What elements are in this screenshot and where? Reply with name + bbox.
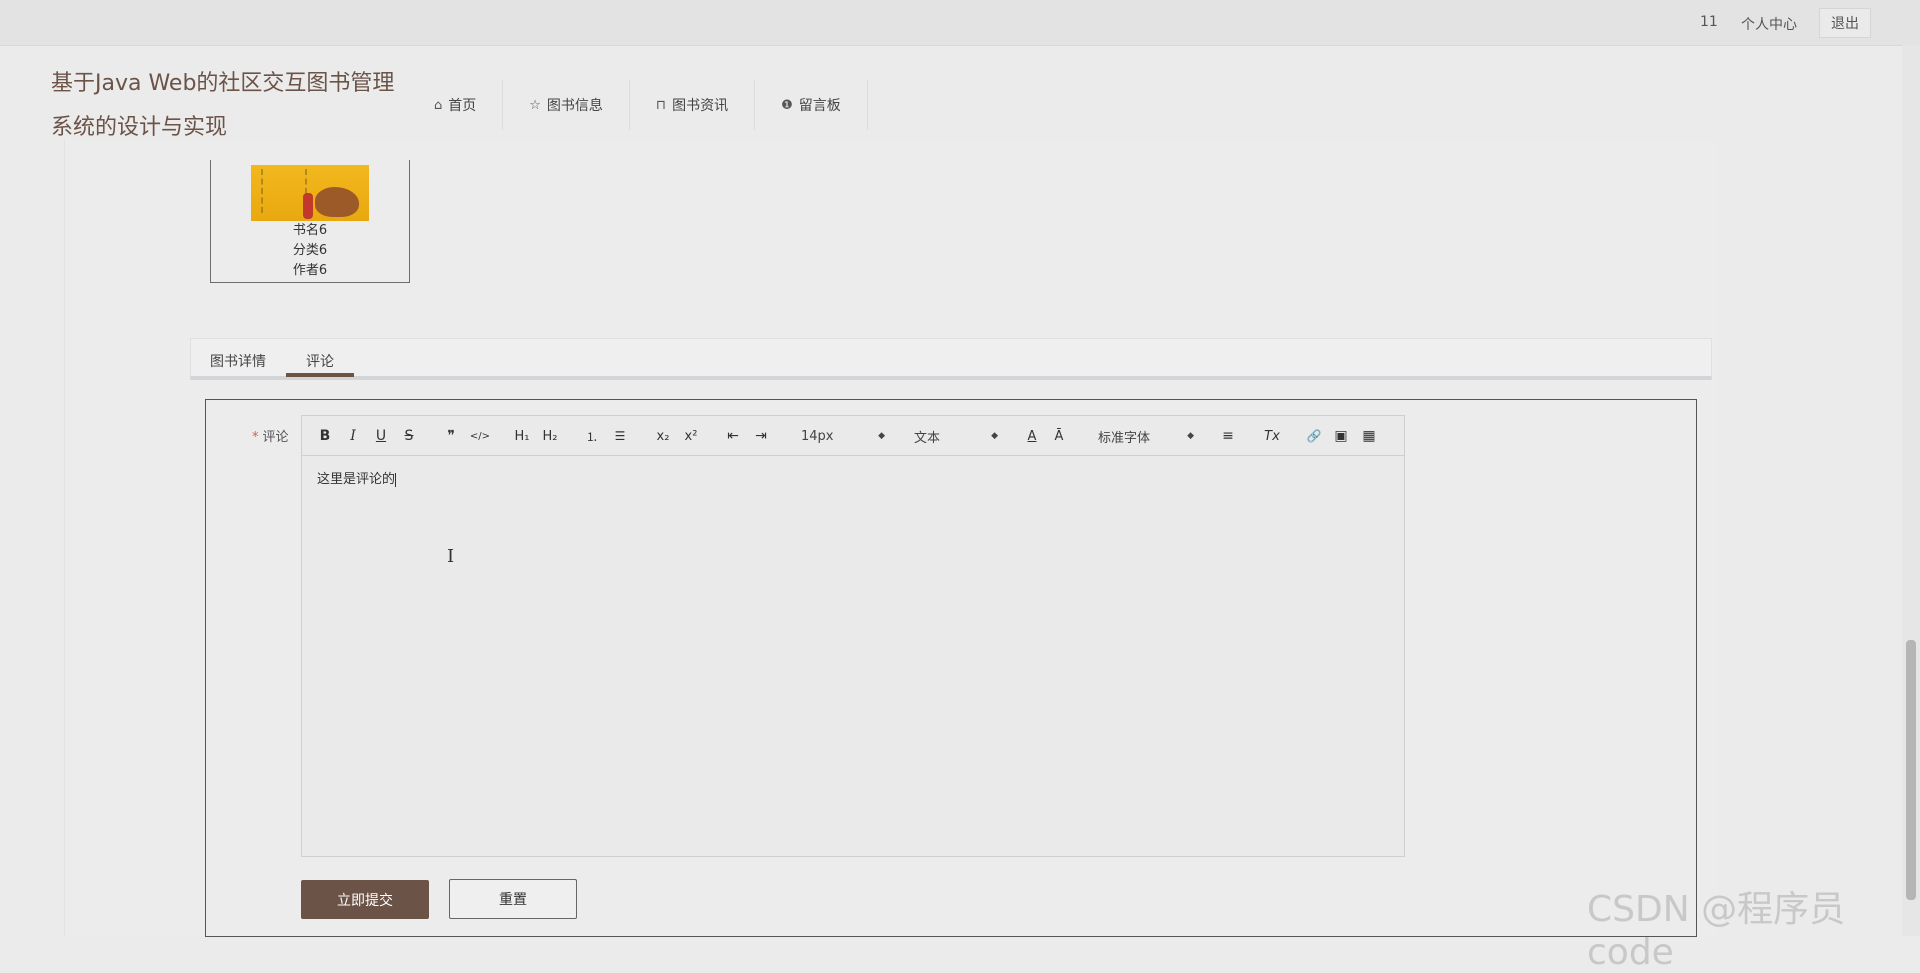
book-name: 书名6	[292, 223, 328, 238]
tabs-bar: 图书详情 评论	[190, 338, 1712, 380]
star-icon: ☆	[529, 97, 541, 113]
cover-figure	[303, 193, 313, 219]
comment-text: 这里是评论的	[317, 472, 396, 487]
comment-label-text: 评论	[262, 430, 289, 445]
select-caret-icon: ◆	[991, 431, 998, 441]
active-tab-indicator	[286, 373, 354, 377]
watermark: CSDN @程序员code	[1587, 889, 1846, 973]
nav-item-label: 图书资讯	[672, 98, 729, 114]
cover-decoration	[261, 169, 307, 213]
indent-button[interactable]: ⇥	[752, 426, 770, 446]
underline-button[interactable]: U	[373, 426, 389, 446]
bullet-list-button[interactable]: ☰	[611, 426, 629, 446]
code-block-button[interactable]: </>	[469, 426, 491, 446]
select-caret-icon: ◆	[878, 431, 885, 441]
tab-comments[interactable]: 评论	[306, 351, 334, 371]
font-size-value: 14px	[801, 428, 834, 444]
link-button[interactable]: 🔗	[1305, 426, 1323, 446]
align-button[interactable]: ≡	[1219, 426, 1237, 446]
font-size-select[interactable]: 14px ◆	[801, 426, 885, 446]
book-category: 分类6	[292, 243, 328, 258]
nav-item-home[interactable]: ⌂ 首页	[420, 80, 504, 130]
home-icon: ⌂	[434, 97, 443, 113]
exclamation-icon: ❶	[781, 97, 793, 113]
clean-format-button[interactable]: Tx	[1262, 426, 1282, 446]
outdent-button[interactable]: ⇤	[724, 426, 742, 446]
bag-icon: ⊓	[655, 97, 667, 113]
user-id: 11	[1700, 14, 1718, 30]
nav-item-label: 首页	[448, 98, 477, 114]
reset-button[interactable]: 重置	[449, 879, 577, 919]
logout-button[interactable]: 退出	[1819, 8, 1871, 38]
header-value: 文本	[914, 430, 941, 446]
select-caret-icon: ◆	[1187, 431, 1194, 441]
top-bar: 11 个人中心 退出	[0, 0, 1920, 46]
tab-book-details[interactable]: 图书详情	[210, 351, 266, 371]
i-beam-cursor-icon: I	[447, 546, 455, 567]
strike-button[interactable]: S	[401, 426, 417, 446]
ordered-list-button[interactable]: ⒈	[583, 426, 601, 446]
video-button[interactable]: ▦	[1360, 426, 1378, 446]
rich-text-editor: B I U S ❞ </> H₁ H₂ ⒈ ☰ x₂ x² ⇤ ⇥ 14px ◆ …	[301, 415, 1405, 857]
nav-item-book-news[interactable]: ⊓ 图书资讯	[630, 80, 756, 130]
nav-item-book-info[interactable]: ☆ 图书信息	[503, 80, 630, 130]
font-family-select[interactable]: 标准字体 ◆	[1098, 426, 1194, 446]
text-color-button[interactable]: A	[1024, 426, 1040, 446]
nav-item-label: 图书信息	[546, 98, 603, 114]
editor-toolbar: B I U S ❞ </> H₁ H₂ ⒈ ☰ x₂ x² ⇤ ⇥ 14px ◆ …	[302, 416, 1404, 456]
comment-label: * 评论	[252, 426, 289, 445]
book-card[interactable]: 书名6 分类6 作者6	[210, 160, 410, 283]
bold-button[interactable]: B	[317, 426, 333, 446]
header-select[interactable]: 文本 ◆	[914, 426, 998, 446]
book-cover-image	[251, 165, 369, 221]
nav-item-message-board[interactable]: ❶ 留言板	[755, 80, 868, 130]
background-color-button[interactable]: Ā	[1050, 426, 1068, 446]
cover-camel	[315, 187, 359, 217]
site-title: 基于Java Web的社区交互图书管理系统的设计与实现	[51, 71, 395, 140]
scrollbar-thumb[interactable]	[1906, 640, 1916, 900]
nav-item-label: 留言板	[798, 98, 841, 114]
subscript-button[interactable]: x₂	[653, 426, 673, 446]
main-nav: ⌂ 首页 ☆ 图书信息 ⊓ 图书资讯 ❶ 留言板	[420, 80, 868, 136]
text-cursor	[395, 472, 397, 487]
italic-button[interactable]: I	[345, 426, 361, 446]
blockquote-button[interactable]: ❞	[443, 426, 459, 446]
personal-center-link[interactable]: 个人中心	[1741, 14, 1797, 34]
required-mark: *	[252, 430, 259, 445]
superscript-button[interactable]: x²	[681, 426, 701, 446]
font-family-value: 标准字体	[1098, 430, 1151, 446]
header-2-button[interactable]: H₂	[540, 426, 560, 446]
book-author: 作者6	[292, 263, 328, 278]
editor-content[interactable]: 这里是评论的	[317, 468, 397, 487]
header-1-button[interactable]: H₁	[512, 426, 532, 446]
image-button[interactable]: ▣	[1332, 426, 1350, 446]
submit-button[interactable]: 立即提交	[301, 880, 429, 919]
